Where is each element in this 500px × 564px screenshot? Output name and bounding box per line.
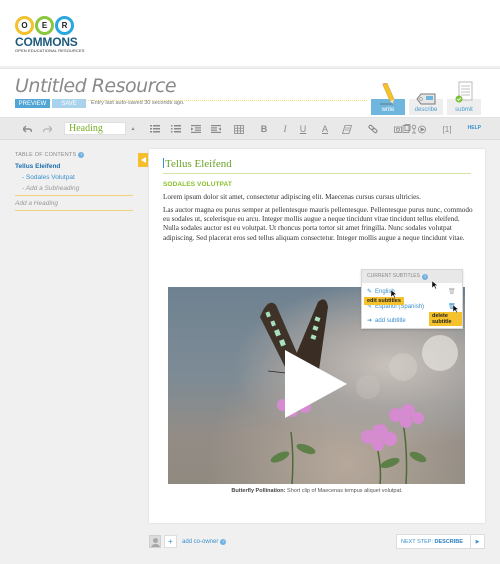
chevron-right-icon[interactable]: ▶ [470, 535, 484, 548]
video-caption: Butterfly Pollination: Short clip of Mae… [149, 488, 485, 494]
select-arrow-icon[interactable]: ▲ [129, 122, 137, 136]
toc-add-heading[interactable]: Add a Heading [15, 200, 133, 211]
redo-icon[interactable] [41, 122, 53, 136]
undo-icon[interactable] [21, 122, 33, 136]
step-submit-label: submit [455, 107, 473, 113]
caption-title: Butterfly Pollination: [231, 488, 286, 494]
mouse-cursor-icon [432, 281, 438, 289]
next-step-label: NEXT STEP: DESCRIBE [397, 539, 470, 545]
numbered-list-icon[interactable] [170, 122, 182, 136]
paragraph-2[interactable]: Las auctor magna eu purus semper at pell… [163, 206, 473, 243]
document-subheading[interactable]: SODALES VOLUTPAT [163, 181, 232, 188]
toc-item-sodales-volutpat[interactable]: - Sodales Volutpat [15, 174, 133, 181]
bold-icon[interactable]: B [259, 122, 269, 136]
tag-icon [416, 93, 436, 107]
edit-pencil-icon: ✎ [367, 289, 373, 295]
logo-circles: O E R [15, 16, 85, 35]
document-heading-text: Tellus Eleifend [165, 158, 232, 170]
next-step-button[interactable]: NEXT STEP: DESCRIBE ▶ [396, 534, 485, 549]
autosave-status: Entry last auto-saved 30 seconds ago. [91, 100, 185, 106]
indent-icon[interactable] [190, 122, 202, 136]
collapse-sidebar-button[interactable] [138, 153, 148, 167]
clear-format-icon[interactable] [341, 122, 353, 136]
subtitles-heading: CURRENT SUBTITLES ? [362, 270, 462, 283]
info-icon[interactable]: ? [421, 273, 428, 280]
resource-header: Untitled Resource PREVIEW SAVE Entry las… [0, 68, 500, 118]
subtitles-panel: CURRENT SUBTITLES ? ✎ English 🗑 ✎ Españo… [361, 269, 463, 329]
footnote-icon[interactable]: [1] [441, 122, 453, 136]
step-describe[interactable]: describe [409, 93, 443, 115]
next-step-name: DESCRIBE [434, 538, 463, 545]
logo-letter-e: E [35, 16, 54, 35]
logo-wordmark: COMMONS [15, 35, 78, 49]
preview-button[interactable]: PREVIEW [15, 99, 50, 108]
caption-text: Short clip of Maecenas tempus aliquet vo… [285, 488, 403, 494]
underline-icon[interactable]: U [298, 122, 308, 136]
help-link[interactable]: HELP [468, 125, 481, 131]
paragraph-1[interactable]: Lorem ipsum dolor sit amet, consectetur … [163, 193, 473, 202]
document-heading[interactable]: Tellus Eleifend [163, 158, 232, 170]
mouse-cursor-icon [391, 290, 397, 298]
step-describe-label: describe [414, 107, 438, 113]
bullet-list-icon[interactable] [149, 122, 161, 136]
heading-divider [163, 173, 471, 174]
link-icon[interactable] [367, 122, 379, 136]
add-coowner-label: add co-owner [182, 538, 219, 545]
outdent-icon[interactable] [210, 122, 222, 136]
co-owner-section: + add co-owner ? [149, 535, 227, 548]
italic-icon[interactable]: I [280, 122, 290, 136]
arrow-right-icon: ➜ [367, 318, 373, 324]
info-icon[interactable]: ? [220, 538, 227, 545]
trash-icon[interactable]: 🗑 [448, 288, 456, 295]
media-icons[interactable] [393, 122, 429, 136]
toc-heading-label: TABLE OF CONTENTS [15, 152, 77, 158]
step-tabs: write describe submit [371, 69, 481, 119]
top-bar: O E R COMMONS OPEN EDUCATIONAL RESOURCES [0, 0, 500, 66]
subtitles-heading-label: CURRENT SUBTITLES [367, 273, 420, 279]
step-write[interactable]: write [371, 82, 405, 115]
text-color-icon[interactable]: A [320, 122, 330, 136]
chevron-left-icon [140, 157, 146, 163]
resource-title[interactable]: Untitled Resource [15, 75, 177, 97]
save-button[interactable]: SAVE [52, 99, 86, 108]
toc-item-tellus-eleifend[interactable]: Tellus Eleifend [15, 163, 133, 170]
text-cursor [163, 158, 164, 168]
avatar [149, 535, 161, 548]
pencil-icon [380, 82, 396, 107]
step-submit[interactable]: submit [447, 81, 481, 115]
add-coowner-link[interactable]: add co-owner ? [182, 538, 227, 545]
edit-subtitles-tooltip: edit subtitles [364, 297, 404, 305]
table-of-contents: TABLE OF CONTENTS ? Tellus Eleifend - So… [15, 152, 133, 211]
delete-subtitle-tooltip: delete subtitle [429, 312, 462, 326]
toc-heading: TABLE OF CONTENTS ? [15, 152, 133, 158]
heading-style-select[interactable]: Heading [64, 122, 126, 135]
step-write-label: write [381, 107, 395, 113]
mouse-cursor-icon [453, 305, 459, 313]
info-icon[interactable]: ? [78, 152, 85, 158]
next-step-prefix: NEXT STEP: [401, 538, 433, 545]
toc-add-subheading[interactable]: - Add a Subheading [15, 185, 133, 196]
play-icon[interactable] [285, 350, 347, 418]
table-icon[interactable] [233, 122, 245, 136]
logo-letter-r: R [55, 16, 74, 35]
oer-commons-logo[interactable]: O E R COMMONS OPEN EDUCATIONAL RESOURCES [15, 16, 85, 56]
document-check-icon [455, 81, 473, 107]
document-page[interactable]: Tellus Eleifend SODALES VOLUTPAT Lorem i… [149, 149, 485, 523]
add-coowner-button[interactable]: + [164, 535, 177, 548]
add-subtitle-label: add subtitle [375, 317, 406, 324]
add-subtitle-button[interactable]: ➜ add subtitle [367, 317, 406, 325]
logo-tagline: OPEN EDUCATIONAL RESOURCES [15, 48, 85, 53]
logo-letter-o: O [15, 16, 34, 35]
editor-toolbar: Heading ▲ B I U A [1] HELP [0, 118, 500, 140]
